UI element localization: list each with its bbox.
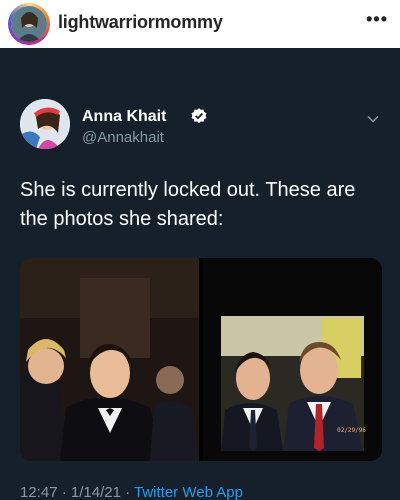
chevron-down-icon[interactable] bbox=[366, 112, 380, 126]
story-ring[interactable] bbox=[8, 3, 50, 45]
more-options-icon[interactable]: ••• bbox=[366, 9, 388, 30]
tweet-author-name[interactable]: Anna Khait bbox=[82, 108, 166, 126]
tweet-date[interactable]: 1/14/21 bbox=[71, 484, 121, 500]
tweet-source-app[interactable]: Twitter Web App bbox=[134, 484, 243, 500]
photo-date-stamp: 02/29/96 bbox=[337, 427, 366, 434]
profile-avatar[interactable] bbox=[11, 6, 47, 42]
tweet-author-avatar[interactable] bbox=[20, 99, 70, 149]
meta-separator: · bbox=[57, 484, 71, 500]
tweet-author-handle[interactable]: @Annakhait bbox=[82, 129, 164, 146]
tweet-text: She is currently locked out. These are t… bbox=[20, 179, 356, 230]
tweet-media-grid: 02/29/96 bbox=[20, 258, 382, 461]
meta-separator: · bbox=[120, 484, 134, 500]
post-username[interactable]: lightwarriormommy bbox=[58, 12, 223, 33]
tweet-metadata: 12:47 · 1/14/21 · Twitter Web App bbox=[20, 484, 243, 500]
instagram-post-header: lightwarriormommy ••• bbox=[0, 0, 400, 48]
tweet-card: Anna Khait @Annakhait She is currently l… bbox=[0, 48, 400, 500]
tweet-time[interactable]: 12:47 bbox=[20, 484, 58, 500]
tweet-photo-1[interactable] bbox=[20, 258, 199, 461]
verified-badge-icon bbox=[191, 108, 207, 124]
tweet-photo-2[interactable]: 02/29/96 bbox=[203, 258, 382, 461]
